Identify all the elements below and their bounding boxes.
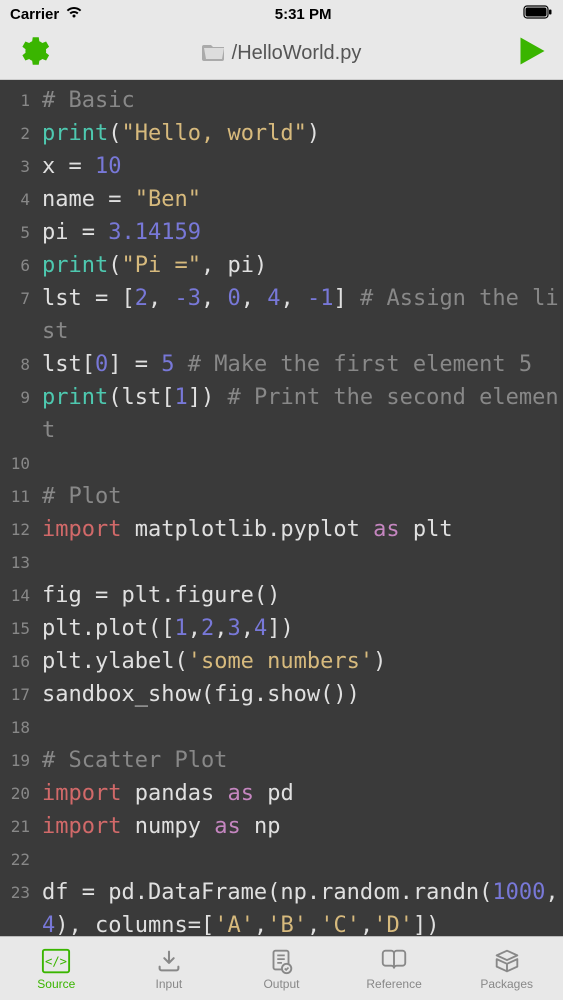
- wifi-icon: [65, 5, 83, 23]
- tab-reference[interactable]: Reference: [338, 937, 451, 1000]
- tab-bar: </> Source Input Output Reference Packag…: [0, 936, 563, 1000]
- line-gutter: 123456789101112131415161718192021222324: [0, 80, 36, 936]
- folder-icon: [202, 41, 226, 67]
- tab-label: Packages: [480, 977, 533, 991]
- svg-text:</>: </>: [45, 954, 67, 968]
- code-editor[interactable]: 123456789101112131415161718192021222324 …: [0, 80, 563, 936]
- filename-label: /HelloWorld.py: [232, 42, 362, 65]
- tab-label: Source: [37, 977, 75, 991]
- tab-output[interactable]: Output: [225, 937, 338, 1000]
- code-content[interactable]: # Basicprint("Hello, world")x = 10name =…: [36, 80, 563, 936]
- status-bar: Carrier 5:31 PM: [0, 0, 563, 28]
- tab-label: Output: [263, 977, 299, 991]
- tab-label: Input: [156, 977, 183, 991]
- header-toolbar: /HelloWorld.py: [0, 28, 563, 80]
- tab-input[interactable]: Input: [113, 937, 226, 1000]
- clock-label: 5:31 PM: [275, 6, 332, 23]
- tab-packages[interactable]: Packages: [450, 937, 563, 1000]
- tab-label: Reference: [366, 977, 421, 991]
- battery-icon: [523, 5, 553, 23]
- settings-button[interactable]: [14, 33, 50, 74]
- run-button[interactable]: [513, 33, 549, 74]
- carrier-label: Carrier: [10, 6, 59, 23]
- tab-source[interactable]: </> Source: [0, 937, 113, 1000]
- file-title[interactable]: /HelloWorld.py: [202, 41, 362, 67]
